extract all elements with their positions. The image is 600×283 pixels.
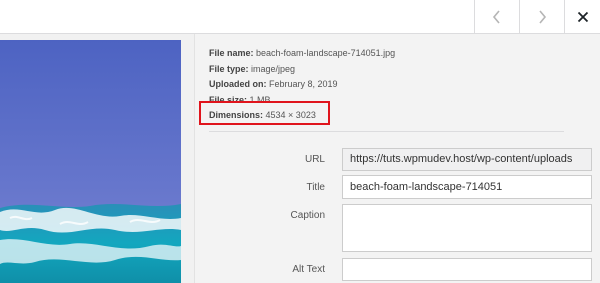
file-type-value: image/jpeg <box>251 63 296 74</box>
url-label: URL <box>304 154 325 165</box>
attachment-image <box>0 40 181 283</box>
file-name-value: beach-foam-landscape-714051.jpg <box>256 48 396 58</box>
caption-textarea[interactable] <box>342 204 592 252</box>
file-type-row: File type: image/jpeg <box>209 63 296 74</box>
title-label: Title <box>306 182 325 193</box>
modal-header <box>0 0 600 34</box>
attachment-details-panel: File name: beach-foam-landscape-714051.j… <box>194 34 600 283</box>
close-modal-button[interactable] <box>564 0 600 33</box>
title-field[interactable]: beach-foam-landscape-714051 <box>342 175 592 199</box>
divider <box>209 131 564 132</box>
dimensions-highlight-box <box>199 101 330 125</box>
chevron-left-icon <box>492 9 500 24</box>
uploaded-on-row: Uploaded on: February 8, 2019 <box>209 79 338 90</box>
close-x-icon <box>577 11 588 22</box>
previous-attachment-button[interactable] <box>474 0 519 33</box>
alt-text-label: Alt Text <box>292 264 325 275</box>
alt-text-field[interactable] <box>342 258 592 281</box>
next-attachment-button[interactable] <box>519 0 564 33</box>
file-name-row: File name: beach-foam-landscape-714051.j… <box>209 48 396 58</box>
chevron-right-icon <box>539 9 547 24</box>
uploaded-on-value: February 8, 2019 <box>269 79 338 90</box>
url-field[interactable]: https://tuts.wpmudev.host/wp-content/upl… <box>342 148 592 171</box>
caption-label: Caption <box>290 210 325 221</box>
